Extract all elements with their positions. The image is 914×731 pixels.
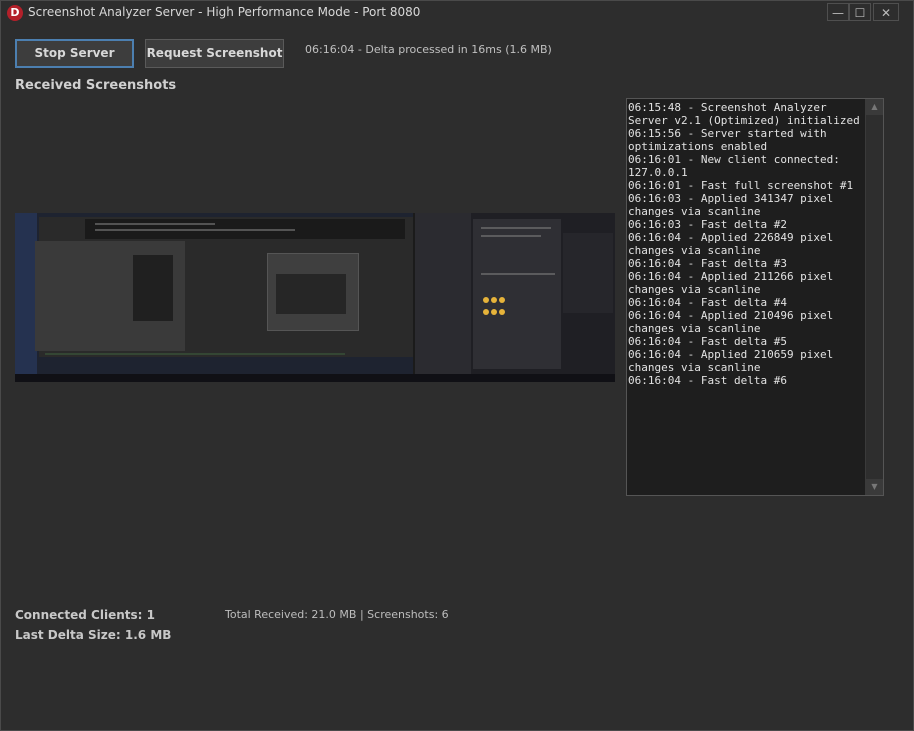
preview-text-line [481, 227, 551, 229]
close-button[interactable]: ✕ [873, 3, 899, 21]
request-screenshot-button[interactable]: Request Screenshot [145, 39, 284, 68]
event-log[interactable]: 06:15:48 - Screenshot Analyzer Server v2… [626, 98, 884, 496]
screenshot-preview [15, 213, 615, 382]
preview-text-line [45, 353, 345, 355]
minimize-button[interactable]: — [827, 3, 849, 21]
preview-file-panel [133, 255, 173, 321]
preview-explorer-window [267, 253, 359, 331]
preview-emoji [499, 309, 505, 315]
preview-emoji [483, 309, 489, 315]
preview-text-line [95, 223, 215, 225]
totals-label: Total Received: 21.0 MB | Screenshots: 6 [225, 608, 449, 621]
section-title: Received Screenshots [15, 78, 177, 93]
preview-text-line [481, 273, 555, 275]
scroll-down-icon[interactable]: ▼ [866, 479, 883, 495]
preview-chat-sidebar [415, 213, 471, 374]
app-logo-icon: D [7, 5, 23, 21]
app-window: D Screenshot Analyzer Server - High Perf… [0, 0, 914, 731]
preview-emoji [491, 297, 497, 303]
last-delta-label: Last Delta Size: 1.6 MB [15, 628, 172, 642]
title-bar: D Screenshot Analyzer Server - High Perf… [1, 1, 913, 25]
preview-left-monitor [15, 213, 413, 382]
preview-member-list [563, 233, 613, 313]
preview-text-line [481, 235, 541, 237]
preview-emoji [499, 297, 505, 303]
preview-right-monitor [415, 213, 615, 374]
log-scrollbar[interactable]: ▲ ▼ [865, 99, 883, 495]
scroll-up-icon[interactable]: ▲ [866, 99, 883, 115]
status-message: 06:16:04 - Delta processed in 16ms (1.6 … [305, 43, 552, 56]
connected-clients-label: Connected Clients: 1 [15, 608, 155, 622]
preview-chat-panel [473, 219, 561, 369]
preview-emoji [491, 309, 497, 315]
preview-taskbar [15, 374, 615, 382]
maximize-button[interactable]: ☐ [849, 3, 871, 21]
preview-text-line [95, 229, 295, 231]
preview-desktop-icons [15, 213, 37, 382]
window-title: Screenshot Analyzer Server - High Perfor… [28, 5, 421, 19]
event-log-text: 06:15:48 - Screenshot Analyzer Server v2… [628, 101, 860, 387]
stop-server-button[interactable]: Stop Server [15, 39, 134, 68]
preview-emoji [483, 297, 489, 303]
